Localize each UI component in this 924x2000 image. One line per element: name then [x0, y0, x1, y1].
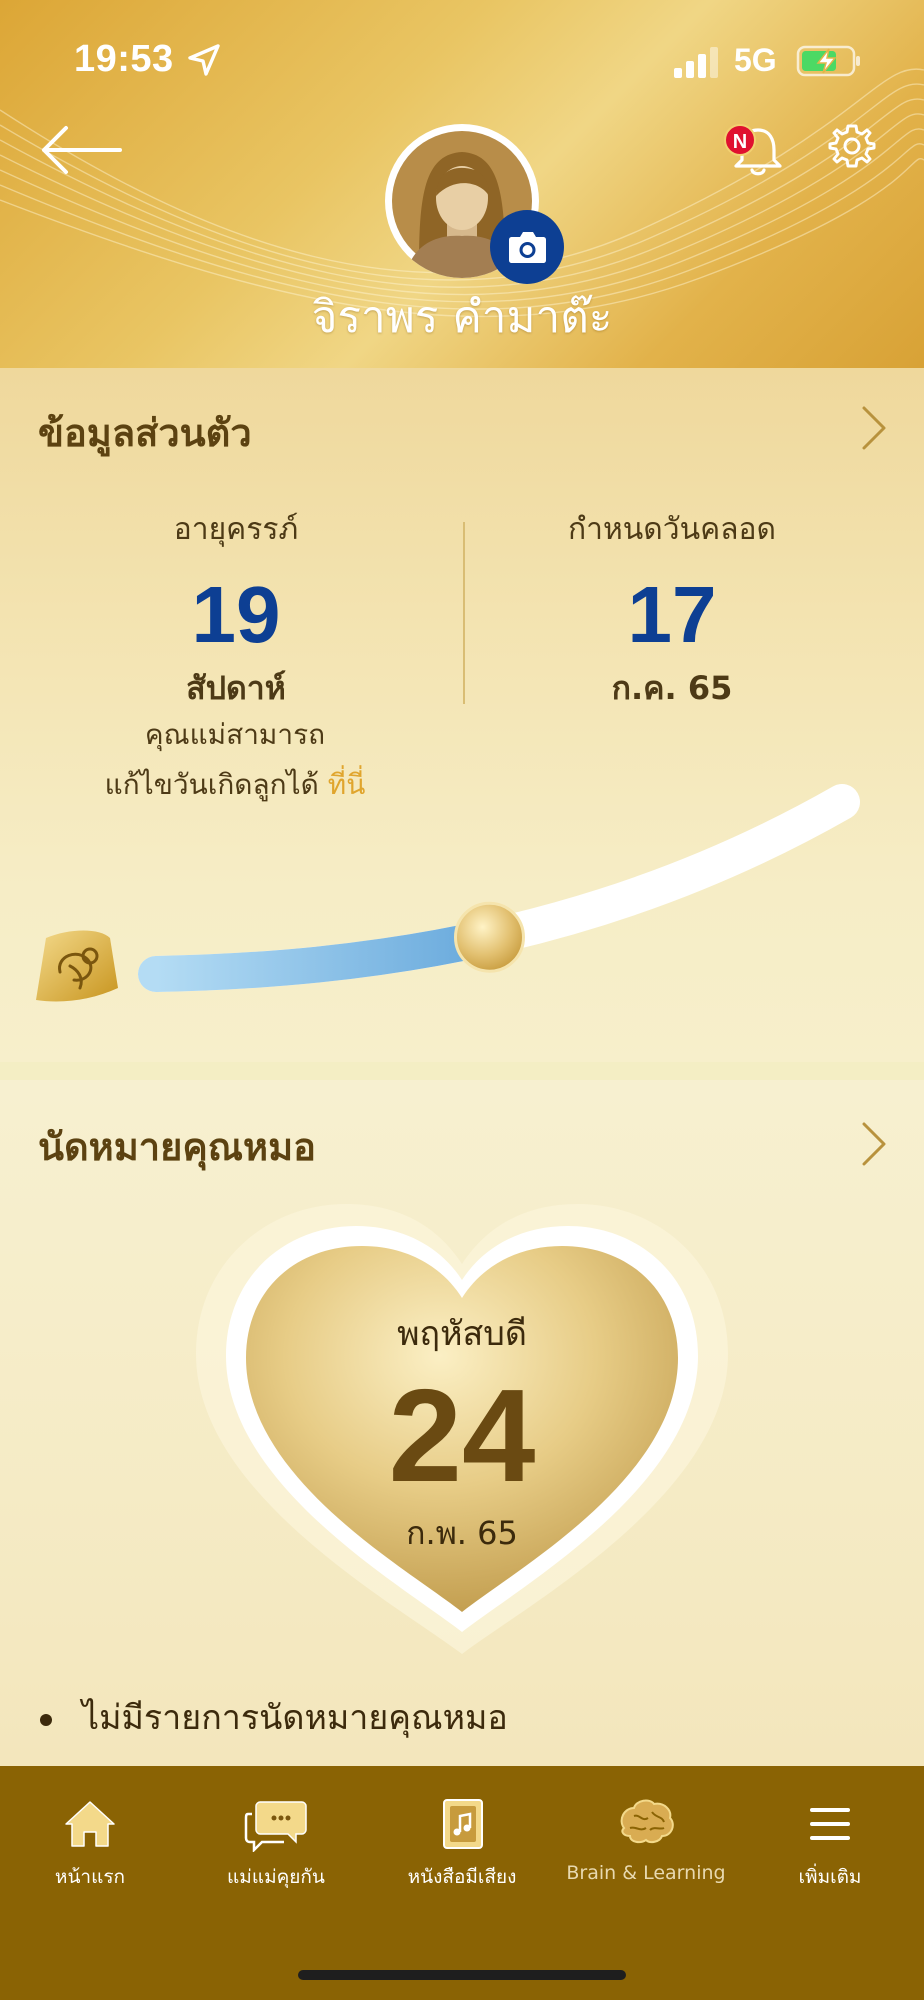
nav-label-brain-learning: Brain & Learning — [566, 1862, 726, 1884]
camera-icon — [509, 232, 546, 263]
bullet-icon — [40, 1713, 52, 1726]
battery-charging-icon — [796, 45, 860, 77]
notification-badge: N — [724, 124, 756, 156]
location-arrow-icon — [188, 44, 220, 76]
due-date-block: กำหนดวันคลอด 17 ก.ค. 65 — [532, 506, 812, 714]
chevron-right-icon[interactable] — [860, 1120, 888, 1168]
pregnancy-age-block: อายุครรภ์ 19 สัปดาห์ — [96, 506, 376, 714]
note-line-1: คุณแม่สามารถ — [144, 718, 326, 751]
audiobook-icon — [443, 1799, 483, 1849]
nav-item-more[interactable]: เพิ่มเติม — [740, 1796, 920, 1892]
network-type: 5G — [734, 42, 777, 78]
info-divider — [463, 522, 465, 704]
chevron-right-icon[interactable] — [860, 404, 888, 452]
signal-icon — [674, 47, 718, 78]
nav-label-home: หน้าแรก — [54, 1866, 126, 1888]
user-name: จิราพร คำมาต๊ะ — [311, 292, 613, 343]
profile-header: 19:53 5G N จิราพร คำมาต๊ะ — [0, 0, 924, 368]
home-indicator — [298, 1970, 626, 1980]
menu-icon — [810, 1808, 850, 1840]
nav-item-brain-learning[interactable]: Brain & Learning — [556, 1796, 736, 1884]
nav-label-more: เพิ่มเติม — [798, 1866, 862, 1888]
due-date-day: 17 — [627, 570, 717, 659]
pregnancy-progress-track — [36, 784, 860, 1002]
appointment-day: 24 — [388, 1362, 536, 1509]
no-appointment-message: ไม่มีรายการนัดหมายคุณหมอ — [40, 1690, 508, 1744]
gear-icon[interactable] — [828, 122, 876, 170]
appointment-month-year: ก.พ. 65 — [406, 1514, 518, 1552]
progress-knob — [453, 901, 525, 973]
no-appointment-text: ไม่มีรายการนัดหมายคุณหมอ — [82, 1698, 508, 1738]
due-date-month-year: ก.ค. 65 — [611, 669, 733, 707]
pregnancy-age-value: 19 — [191, 570, 281, 659]
change-photo-button[interactable] — [490, 210, 564, 284]
brain-icon — [620, 1799, 674, 1844]
nav-item-audiobook[interactable]: หนังสือมีเสียง — [372, 1796, 552, 1892]
appointment-title: นัดหมายคุณหมอ — [38, 1125, 316, 1169]
nav-label-chat: แม่แม่คุยกัน — [227, 1866, 325, 1888]
back-button[interactable] — [36, 120, 126, 180]
notification-button[interactable]: N — [722, 120, 792, 180]
nav-label-audiobook: หนังสือมีเสียง — [407, 1866, 517, 1888]
personal-info-title: ข้อมูลส่วนตัว — [38, 411, 252, 455]
fetus-icon — [36, 930, 118, 1002]
pregnancy-age-label: อายุครรภ์ — [173, 512, 299, 547]
status-bar: 19:53 5G — [0, 0, 924, 120]
chat-icon — [244, 1801, 307, 1852]
home-icon — [65, 1801, 115, 1847]
due-date-label: กำหนดวันคลอด — [567, 512, 777, 547]
nav-item-chat[interactable]: แม่แม่คุยกัน — [186, 1796, 366, 1892]
appointment-day-name: พฤหัสบดี — [397, 1314, 527, 1354]
status-time: 19:53 — [74, 38, 174, 80]
pregnancy-age-unit: สัปดาห์ — [186, 669, 286, 707]
section-separator — [0, 1062, 924, 1080]
bottom-navigation: หน้าแรก แม่แม่คุยกัน หนังสือมีเสียง Brai… — [0, 1766, 924, 2000]
nav-item-home[interactable]: หน้าแรก — [0, 1796, 180, 1892]
